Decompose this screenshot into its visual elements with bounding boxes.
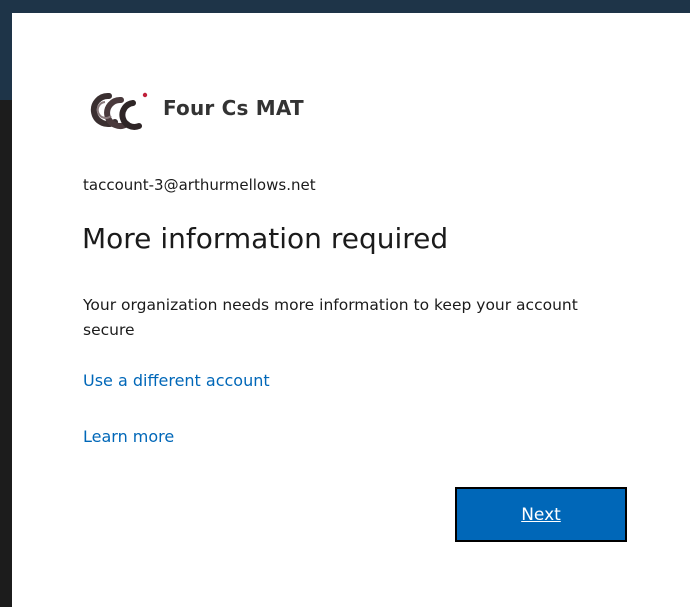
organization-brand: Four Cs MAT	[87, 86, 304, 136]
next-button[interactable]: Next	[455, 487, 627, 542]
next-button-label: Next	[521, 504, 561, 525]
backdrop-left	[0, 0, 12, 607]
use-different-account-link[interactable]: Use a different account	[83, 371, 270, 390]
organization-name: Four Cs MAT	[163, 96, 304, 120]
backdrop-top	[0, 0, 690, 13]
backdrop-left-accent	[0, 0, 12, 100]
sign-in-page: Four Cs MAT taccount-3@arthurmellows.net…	[0, 0, 690, 607]
page-title: More information required	[82, 222, 449, 255]
account-email: taccount-3@arthurmellows.net	[83, 176, 316, 194]
learn-more-link[interactable]: Learn more	[83, 427, 174, 446]
description-text: Your organization needs more information…	[83, 296, 578, 339]
four-cs-logo-icon	[90, 92, 148, 130]
